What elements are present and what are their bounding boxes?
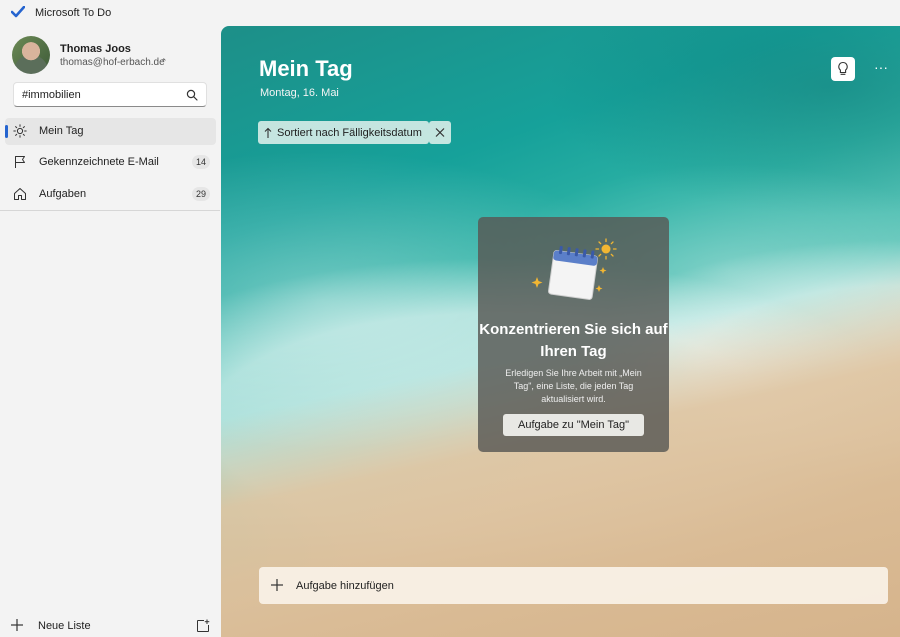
search-box[interactable]	[13, 82, 207, 107]
item-count-badge: 29	[191, 187, 210, 201]
focus-card: Konzentrieren Sie sich auf Ihren Tag Erl…	[478, 217, 669, 452]
home-icon	[14, 188, 26, 200]
add-to-my-day-button[interactable]: Aufgabe zu "Mein Tag"	[503, 414, 644, 436]
sidebar-item-label: Gekennzeichnete E-Mail	[39, 156, 159, 168]
active-indicator	[5, 125, 8, 138]
new-list-label: Neue Liste	[38, 620, 91, 632]
avatar[interactable]	[12, 36, 50, 74]
sidebar: Thomas Joos thomas@hof-erbach.de ⌃ Mein …	[0, 26, 220, 637]
sun-icon	[13, 124, 27, 138]
more-options-button[interactable]: ···	[871, 59, 891, 79]
plus-icon	[271, 579, 283, 591]
page-title: Mein Tag	[259, 56, 353, 81]
user-email[interactable]: thomas@hof-erbach.de	[60, 57, 165, 68]
plus-icon	[11, 619, 23, 631]
account-chevron-icon[interactable]: ⌃	[160, 57, 168, 68]
new-group-icon[interactable]	[196, 619, 210, 633]
focus-description: Erledigen Sie Ihre Arbeit mit „Mein Tag"…	[505, 368, 642, 404]
calendar-illustration-icon	[531, 238, 617, 300]
sidebar-item-label: Aufgaben	[39, 188, 87, 200]
lightbulb-icon	[838, 61, 848, 75]
add-task-label: Aufgabe hinzufügen	[296, 580, 394, 592]
item-count-badge: 14	[191, 155, 210, 169]
close-icon	[435, 128, 445, 137]
sidebar-item-gekennzeichnete-email[interactable]: Gekennzeichnete E-Mail 14	[5, 149, 216, 176]
page-date: Montag, 16. Mai	[260, 87, 339, 99]
main-panel: Mein Tag Montag, 16. Mai ··· Sortiert na…	[221, 26, 900, 637]
arrow-up-icon	[264, 127, 272, 138]
search-icon[interactable]	[186, 89, 198, 101]
user-name[interactable]: Thomas Joos	[60, 43, 131, 55]
flag-icon	[15, 156, 25, 168]
clear-sort-button[interactable]	[429, 121, 451, 144]
app-title: Microsoft To Do	[35, 7, 112, 19]
title-bar: Microsoft To Do	[0, 0, 900, 26]
focus-title: Konzentrieren Sie sich auf Ihren Tag	[479, 321, 668, 360]
search-input[interactable]	[22, 87, 182, 103]
suggestions-button[interactable]	[831, 57, 855, 81]
add-task-input[interactable]: Aufgabe hinzufügen	[259, 567, 888, 604]
sidebar-divider	[0, 210, 220, 211]
sort-label: Sortiert nach Fälligkeitsdatum	[277, 126, 422, 139]
sidebar-item-aufgaben[interactable]: Aufgaben 29	[5, 181, 216, 208]
new-list-button[interactable]: Neue Liste	[10, 616, 190, 636]
sort-chip[interactable]: Sortiert nach Fälligkeitsdatum	[258, 121, 429, 144]
sidebar-item-label: Mein Tag	[39, 125, 84, 137]
app-logo-icon	[11, 6, 25, 18]
sidebar-item-mein-tag[interactable]: Mein Tag	[5, 118, 216, 145]
